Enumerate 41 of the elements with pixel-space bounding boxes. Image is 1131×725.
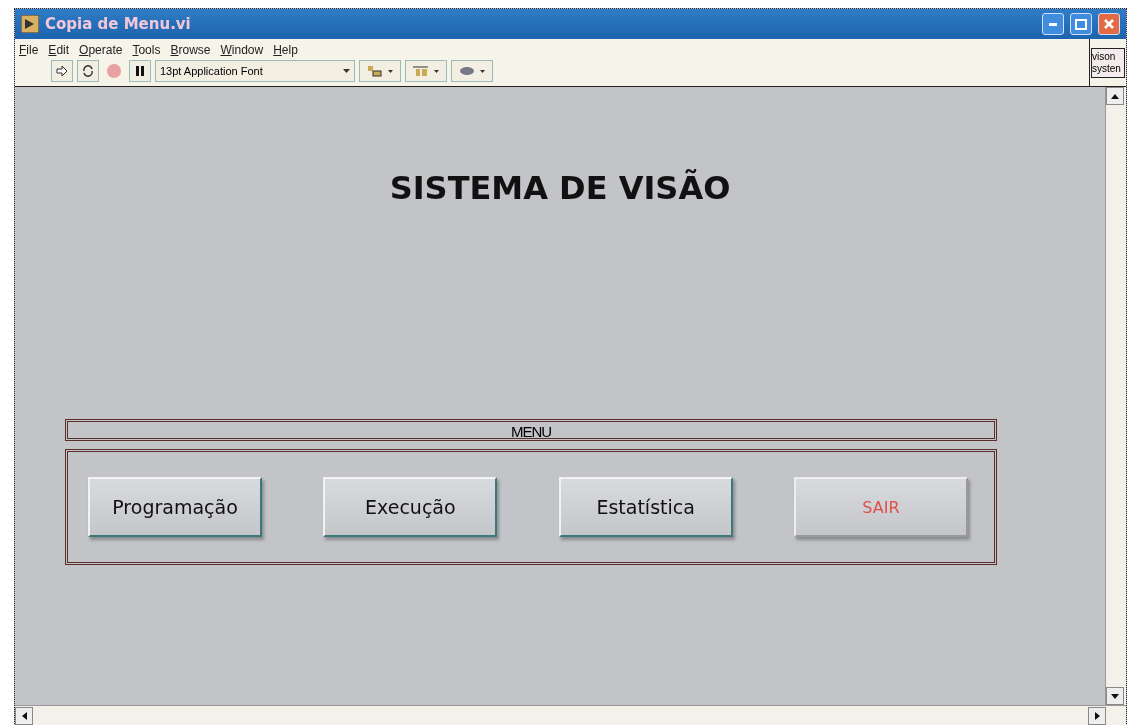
vi-icon bbox=[21, 15, 39, 33]
align-icon bbox=[366, 64, 394, 78]
vertical-scrollbar[interactable] bbox=[1105, 87, 1126, 705]
up-arrow-icon[interactable] bbox=[1111, 93, 1119, 99]
run-button[interactable] bbox=[51, 60, 73, 82]
menu-item[interactable]: Operate bbox=[79, 43, 123, 57]
down-arrow-icon[interactable] bbox=[1111, 693, 1119, 699]
minimize-icon bbox=[1049, 22, 1057, 26]
menu-item[interactable]: Tools bbox=[132, 43, 161, 57]
menu-item[interactable]: Help bbox=[273, 43, 298, 57]
circular-arrows-icon bbox=[81, 64, 95, 78]
font-dropdown[interactable]: 13pt Application Font bbox=[155, 60, 355, 82]
reorder-icon bbox=[458, 64, 486, 78]
menu-item[interactable]: Window bbox=[220, 43, 264, 57]
dropdown-icon bbox=[343, 69, 350, 73]
horizontal-scrollbar[interactable] bbox=[15, 705, 1126, 725]
menu-button[interactable]: Execução bbox=[323, 477, 498, 537]
maximize-icon bbox=[1075, 18, 1087, 30]
run-continuously-button[interactable] bbox=[77, 60, 99, 82]
menu-label: MENU bbox=[65, 419, 997, 441]
maximize-button[interactable] bbox=[1070, 13, 1092, 35]
pause-button[interactable] bbox=[129, 60, 151, 82]
menu-item[interactable]: Edit bbox=[48, 43, 70, 57]
panel-heading: SISTEMA DE VISÃO bbox=[388, 169, 732, 207]
close-icon bbox=[1103, 18, 1115, 30]
arrow-icon bbox=[55, 64, 69, 78]
minimize-button[interactable] bbox=[1042, 13, 1064, 35]
menu-item[interactable]: Browse bbox=[170, 43, 211, 57]
close-button[interactable] bbox=[1098, 13, 1120, 35]
menu-item[interactable]: File bbox=[19, 43, 39, 57]
left-arrow-icon[interactable] bbox=[21, 712, 27, 720]
right-arrow-icon[interactable] bbox=[1094, 712, 1100, 720]
window-title: Copia de Menu.vi bbox=[45, 15, 192, 33]
pause-icon bbox=[135, 66, 145, 76]
reorder-button[interactable] bbox=[451, 60, 493, 82]
menu-button[interactable]: Estatística bbox=[558, 477, 733, 537]
distribute-icon bbox=[412, 64, 440, 78]
distribute-button[interactable] bbox=[405, 60, 447, 82]
align-button[interactable] bbox=[359, 60, 401, 82]
vi-icon-label: vison systen bbox=[1091, 47, 1125, 78]
menu-button[interactable]: Programação bbox=[88, 477, 262, 537]
